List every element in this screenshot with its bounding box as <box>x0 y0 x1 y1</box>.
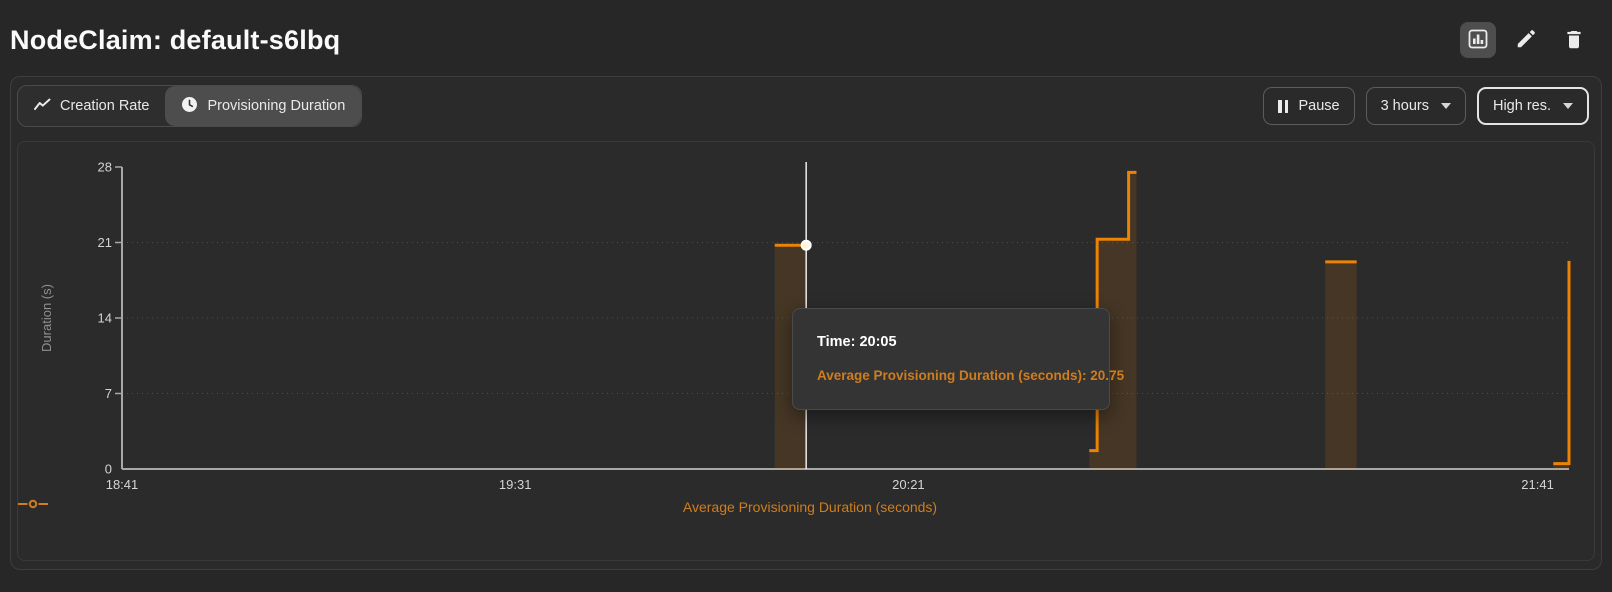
resolution-value: High res. <box>1493 98 1551 114</box>
tooltip-value: Average Provisioning Duration (seconds):… <box>817 368 1109 383</box>
panel-chart-icon <box>1468 29 1488 52</box>
legend-label: Average Provisioning Duration (seconds) <box>683 499 937 515</box>
header-actions <box>1460 22 1592 58</box>
clock-icon <box>181 96 198 117</box>
pause-button[interactable]: Pause <box>1263 87 1354 125</box>
pause-icon <box>1278 100 1288 113</box>
series-area <box>1325 262 1356 469</box>
delete-button[interactable] <box>1556 22 1592 58</box>
pause-label: Pause <box>1298 98 1339 114</box>
tab-group: Creation Rate Provisioning Duration <box>17 85 362 127</box>
y-tick-label: 28 <box>98 160 112 175</box>
y-axis-label: Duration (s) <box>39 284 54 352</box>
time-range-dropdown[interactable]: 3 hours <box>1366 87 1466 125</box>
trend-line-icon <box>34 98 51 115</box>
tab-creation-rate[interactable]: Creation Rate <box>18 86 165 126</box>
x-tick-label: 21:41 <box>1521 477 1554 492</box>
trash-icon <box>1564 28 1584 53</box>
edit-button[interactable] <box>1508 22 1544 58</box>
series-line <box>1553 261 1569 464</box>
chevron-down-icon <box>1563 103 1573 109</box>
y-tick-label: 7 <box>105 386 112 401</box>
resolution-dropdown[interactable]: High res. <box>1477 87 1589 125</box>
tooltip-time: Time: 20:05 <box>817 334 1109 350</box>
x-tick-label: 18:41 <box>106 477 139 492</box>
y-tick-label: 21 <box>98 235 112 250</box>
nodeclaim-card: Creation Rate Provisioning Duration Paus… <box>10 76 1602 570</box>
header: NodeClaim: default-s6lbq <box>0 0 1612 76</box>
tab-provisioning-duration[interactable]: Provisioning Duration <box>165 86 361 126</box>
x-tick-label: 20:21 <box>892 477 925 492</box>
chart-tooltip: Time: 20:05 Average Provisioning Duratio… <box>792 308 1110 410</box>
chart-toolbar: Creation Rate Provisioning Duration Paus… <box>17 85 1595 127</box>
x-tick-label: 19:31 <box>499 477 532 492</box>
hover-point <box>802 241 811 250</box>
tab-label: Provisioning Duration <box>207 98 345 114</box>
series-area <box>1553 261 1569 469</box>
toolbar-controls: Pause 3 hours High res. <box>1263 87 1589 125</box>
pencil-icon <box>1515 28 1537 53</box>
tab-label: Creation Rate <box>60 98 149 114</box>
chart-view-button[interactable] <box>1460 22 1496 58</box>
y-tick-label: 14 <box>98 311 112 326</box>
page-title: NodeClaim: default-s6lbq <box>10 25 340 56</box>
chart-panel: 0 7 14 21 28 18:41 19:31 20:21 21:41 Duration (s)… <box>17 141 1595 561</box>
time-range-value: 3 hours <box>1381 98 1429 114</box>
chart-legend[interactable]: Average Provisioning Duration (seconds) <box>18 499 1594 515</box>
y-tick-label: 0 <box>105 462 112 477</box>
chevron-down-icon <box>1441 103 1451 109</box>
